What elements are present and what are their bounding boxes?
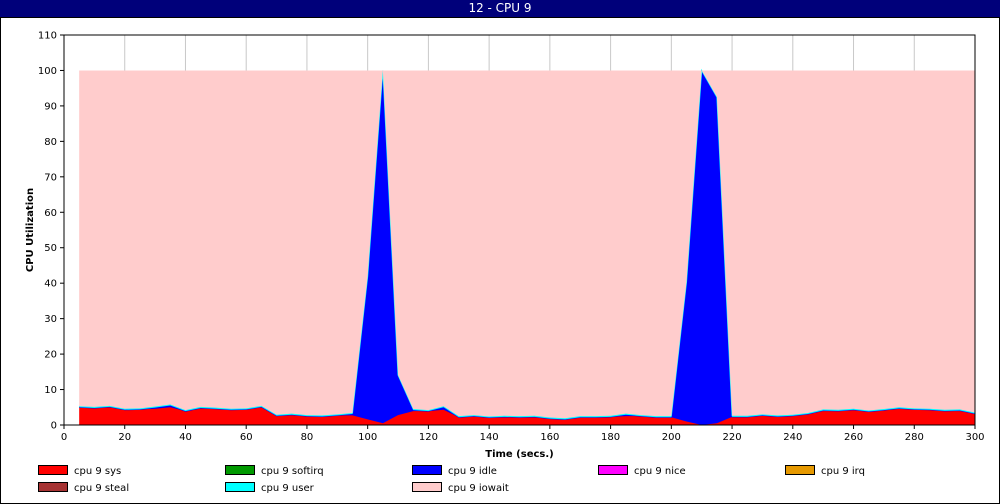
series-area-cpu-9-iowait [79, 70, 976, 419]
legend-swatch [38, 482, 68, 492]
cpu-utilization-chart: 0 10 20 30 40 50 60 70 80 90 100 110 0 20 40 60 80 100 120… [25, 31, 985, 461]
legend-swatch [225, 482, 255, 492]
legend-label: cpu 9 nice [634, 466, 686, 477]
x-tick-label: 300 [965, 432, 984, 443]
y-tick-label: 40 [44, 279, 57, 290]
legend-item-cpu-9-user: cpu 9 user [225, 482, 314, 496]
x-tick-label: 280 [905, 432, 924, 443]
x-tick-label: 40 [179, 432, 192, 443]
y-tick-label: 20 [44, 350, 57, 361]
legend-item-cpu-9-steal: cpu 9 steal [38, 482, 129, 496]
x-axis-label: Time (secs.) [485, 449, 554, 460]
legend-item-cpu-9-softirq: cpu 9 softirq [225, 465, 324, 479]
legend-label: cpu 9 softirq [261, 466, 324, 477]
legend-item-cpu-9-iowait: cpu 9 iowait [412, 482, 509, 496]
y-tick-label: 10 [44, 385, 57, 396]
legend-item-cpu-9-idle: cpu 9 idle [412, 465, 497, 479]
y-tick-label: 60 [44, 208, 57, 219]
legend-label: cpu 9 sys [74, 466, 122, 477]
x-tick-label: 0 [61, 432, 67, 443]
y-tick-label: 100 [38, 66, 57, 77]
x-tick-label: 160 [540, 432, 559, 443]
x-tick-label: 180 [601, 432, 620, 443]
legend-item-cpu-9-nice: cpu 9 nice [598, 465, 686, 479]
legend-swatch [38, 465, 68, 475]
y-tick-label: 50 [44, 243, 57, 254]
x-tick-label: 200 [662, 432, 681, 443]
y-tick-label: 30 [44, 314, 57, 325]
x-tick-label: 220 [723, 432, 742, 443]
legend-swatch [598, 465, 628, 475]
x-tick-label: 260 [844, 432, 863, 443]
legend-label: cpu 9 idle [448, 466, 497, 477]
y-tick-label: 90 [44, 101, 57, 112]
legend-label: cpu 9 steal [74, 483, 130, 494]
y-axis-label: CPU Utilization [25, 188, 36, 272]
x-tick-label: 120 [419, 432, 438, 443]
y-tick-label: 70 [44, 172, 57, 183]
legend-label: cpu 9 user [261, 483, 314, 494]
legend-swatch [412, 465, 442, 475]
x-tick-label: 20 [118, 432, 131, 443]
legend-label: cpu 9 iowait [448, 483, 509, 494]
x-tick-label: 100 [358, 432, 377, 443]
x-tick-label: 140 [480, 432, 499, 443]
x-tick-label: 60 [240, 432, 253, 443]
x-tick-label: 240 [783, 432, 802, 443]
legend-swatch [785, 465, 815, 475]
y-tick-label: 80 [44, 137, 57, 148]
legend-label: cpu 9 irq [821, 466, 865, 477]
legend-swatch [225, 465, 255, 475]
legend: cpu 9 sys cpu 9 softirq cpu 9 idle cpu 9 ni… [0, 463, 1000, 503]
legend-item-cpu-9-irq: cpu 9 irq [785, 465, 865, 479]
legend-swatch [412, 482, 442, 492]
x-tick-label: 80 [301, 432, 314, 443]
y-tick-label: 0 [51, 421, 57, 432]
legend-item-cpu-9-sys: cpu 9 sys [38, 465, 121, 479]
y-tick-label: 110 [38, 31, 57, 42]
